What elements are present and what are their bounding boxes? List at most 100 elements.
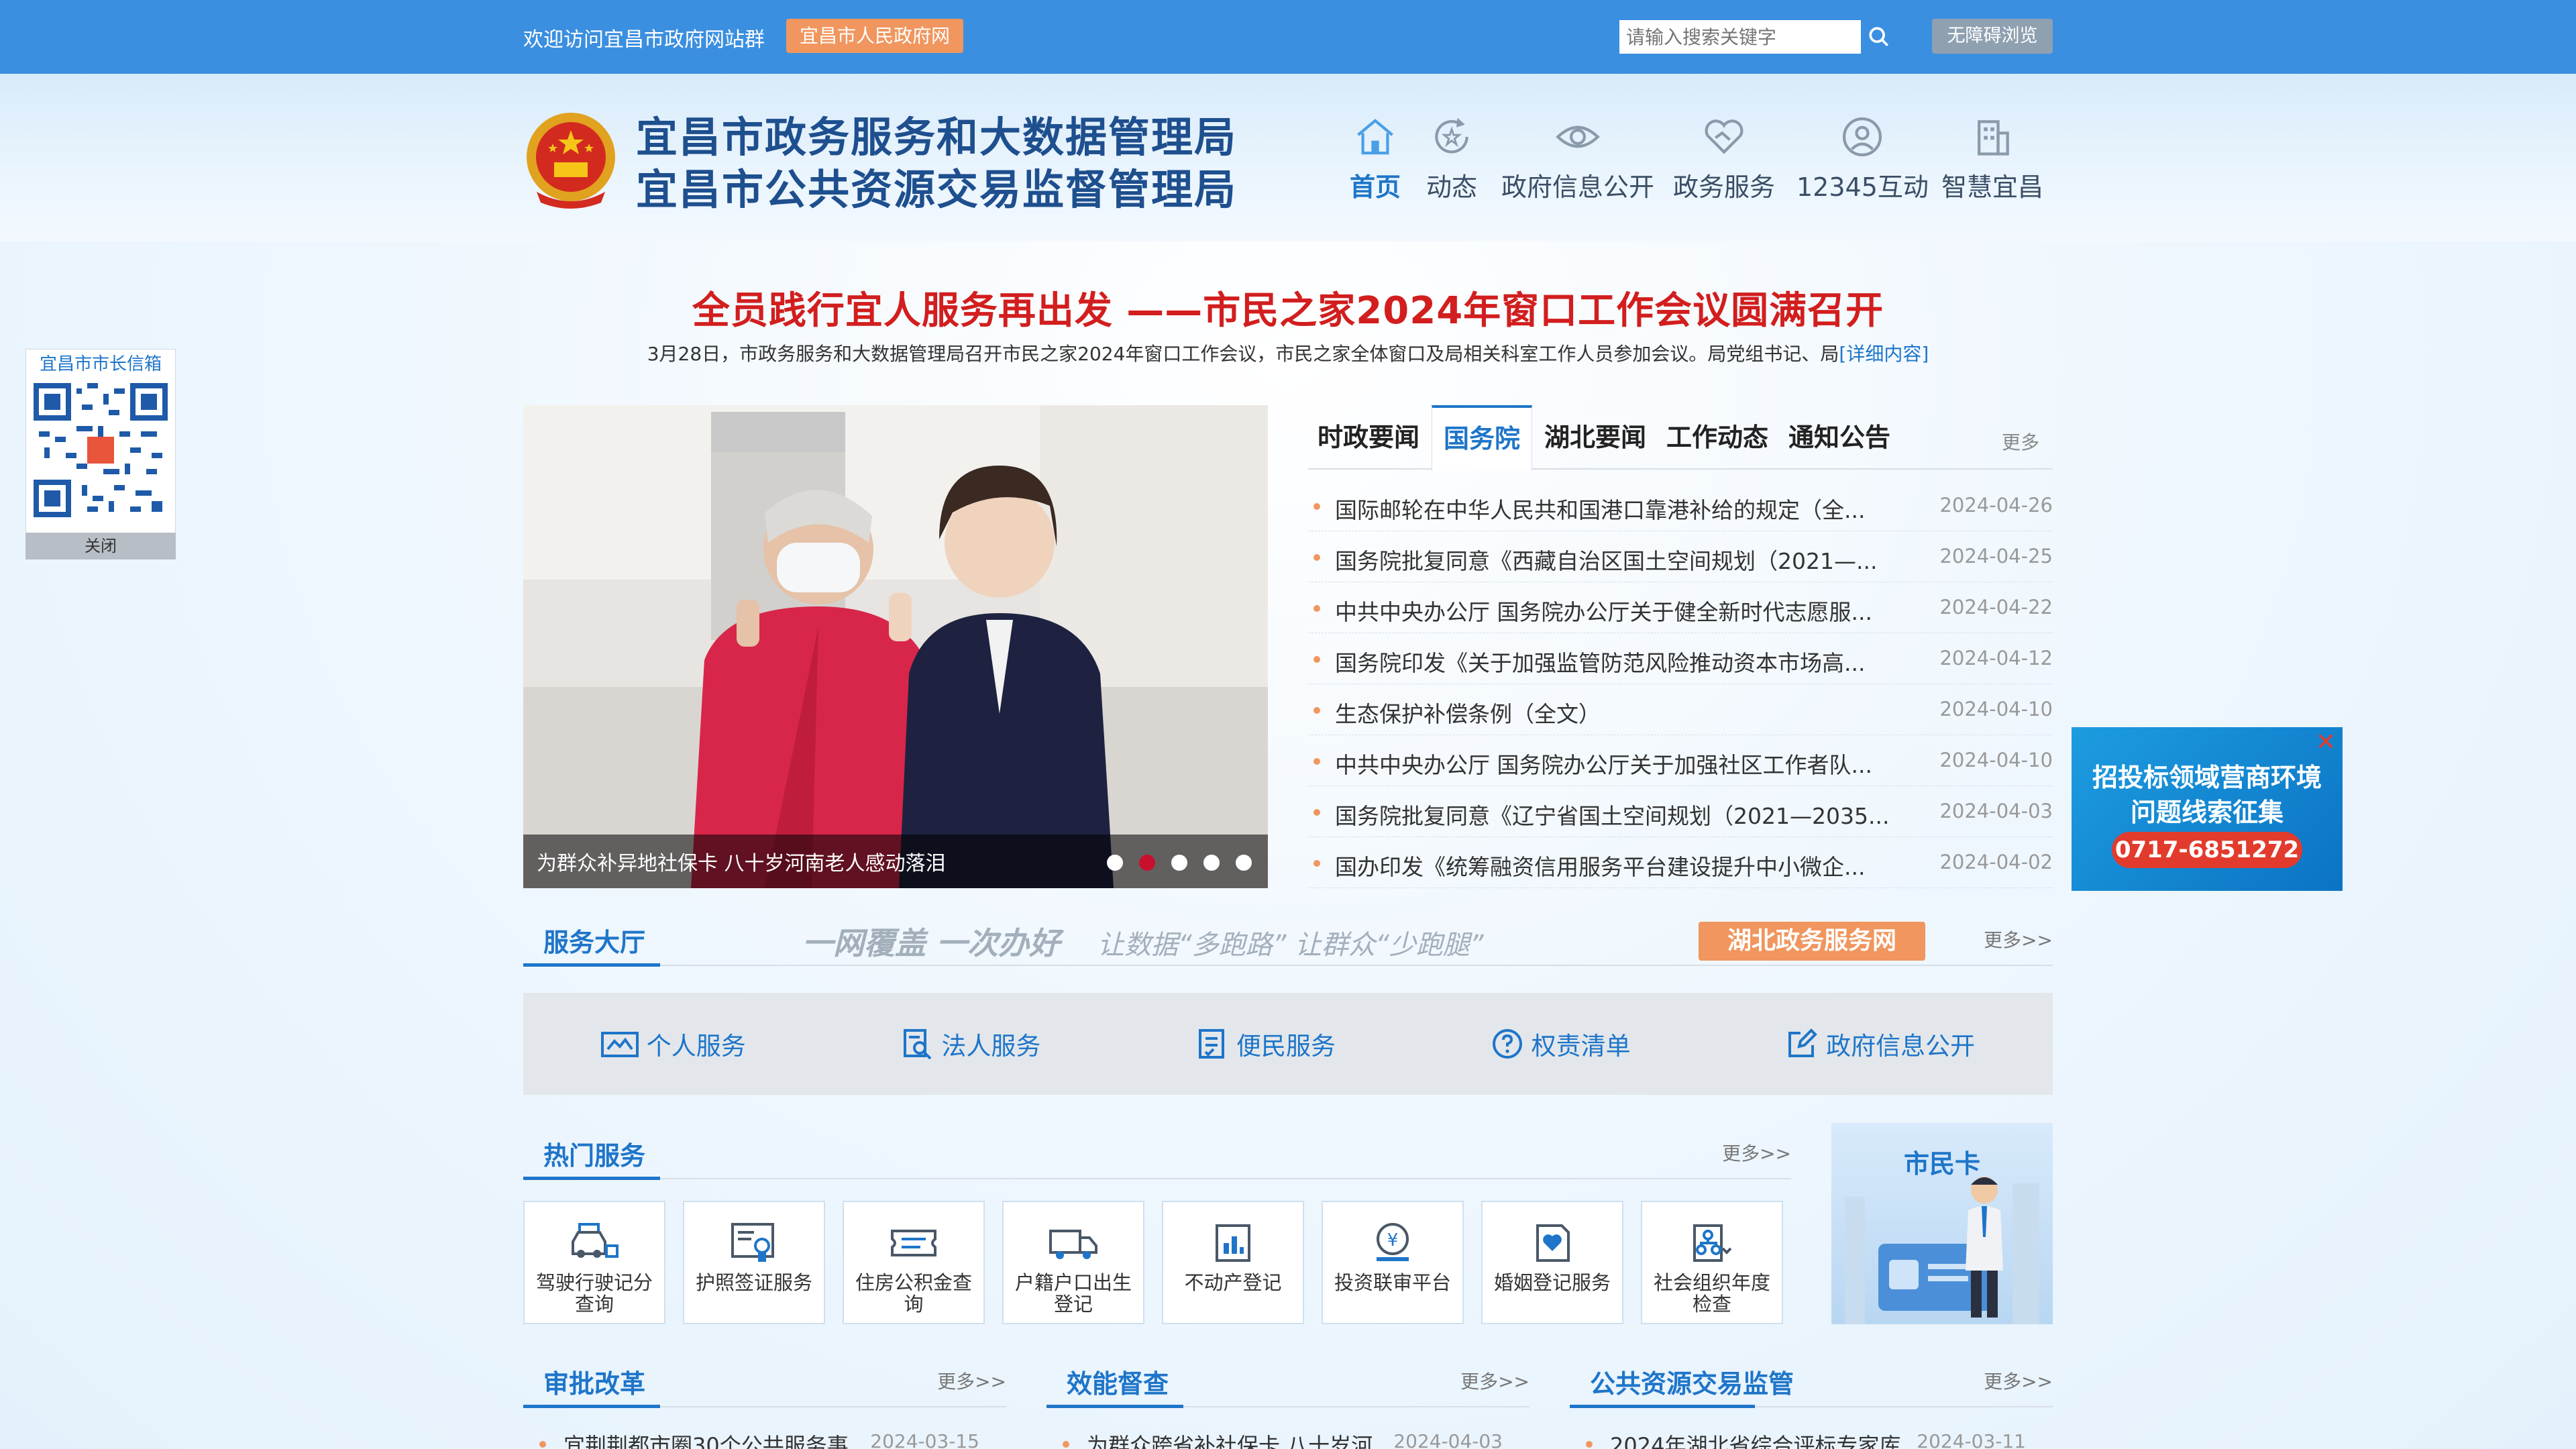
nav-info-label: 政府信息公开 [1501, 172, 1655, 202]
nav-home-label: 首页 [1350, 172, 1401, 202]
list-item[interactable]: 中共中央办公厅 国务院办公厅关于健全新时代志愿服... 2024-04-22 [1308, 582, 2053, 633]
news-tabs: 时政要闻 国务院 湖北要闻 工作动态 通知公告 更多 [1308, 405, 2053, 471]
list-item-date: 2024-03-11 [1917, 1430, 2026, 1449]
hubei-gov-service-button[interactable]: 湖北政务服务网 [1699, 922, 1925, 961]
national-emblem-icon [527, 113, 615, 209]
hot-service-real-estate[interactable]: 不动产登记 [1162, 1201, 1304, 1324]
list-item[interactable]: 国际邮轮在中华人民共和国港口靠港补给的规定（全... 2024-04-26 [1308, 480, 2053, 531]
list-item[interactable]: 国务院批复同意《辽宁省国土空间规划（2021—2035... 2024-04-03 [1308, 786, 2053, 837]
news-title[interactable]: 生态保护补偿条例（全文） [1335, 696, 1601, 729]
list-item-title[interactable]: 宜荆荆都市圈30个公共服务事 [564, 1429, 849, 1449]
news-title[interactable]: 国务院印发《关于加强监管防范风险推动资本市场高... [1335, 645, 1865, 678]
info-disclosure-button[interactable]: 政府信息公开 [1786, 1026, 1975, 1062]
mayor-mailbox-panel[interactable]: 宜昌市市长信箱 [25, 349, 176, 534]
slide-dot-active[interactable] [1139, 855, 1155, 871]
list-item-title[interactable]: 为群众跨省补社保卡 八十岁河 [1087, 1429, 1373, 1449]
nav-smart-label: 智慧宜昌 [1941, 172, 2044, 202]
tab-notice[interactable]: 通知公告 [1786, 405, 1893, 470]
hot-services-more[interactable]: 更多>> [1722, 1139, 1791, 1166]
headline-title[interactable]: 全员践行宜人服务再出发 ——市民之家2024年窗口工作会议圆满召开 [0, 280, 2576, 335]
welcome-text: 欢迎访问宜昌市政府网站群 [523, 28, 765, 52]
news-title[interactable]: 中共中央办公厅 国务院办公厅关于加强社区工作者队... [1335, 747, 1872, 780]
headline-summary: 3月28日，市政务服务和大数据管理局召开市民之家2024年窗口工作会议，市民之家… [0, 339, 2576, 366]
news-date: 2024-04-03 [1939, 800, 2053, 822]
hot-service-label: 户籍户口出生登记 [1014, 1271, 1132, 1316]
service-hall-more[interactable]: 更多>> [1984, 926, 2053, 953]
hot-services-title: 热门服务 [543, 1141, 646, 1171]
slide-dot[interactable] [1236, 855, 1252, 871]
hot-service-housing-fund[interactable]: 住房公积金查询 [843, 1201, 985, 1324]
hot-service-household[interactable]: 户籍户口出生登记 [1002, 1201, 1144, 1324]
tab-work[interactable]: 工作动态 [1664, 405, 1771, 470]
legal-service-button[interactable]: 法人服务 [901, 1026, 1040, 1062]
slide-dot[interactable] [1107, 855, 1123, 871]
news-title[interactable]: 国办印发《统筹融资信用服务平台建设提升中小微企... [1335, 849, 1865, 881]
detail-link[interactable]: [详细内容] [1839, 343, 1929, 365]
public-resources-more[interactable]: 更多>> [1984, 1367, 2053, 1394]
list-item[interactable]: 国办印发《统筹融资信用服务平台建设提升中小微企... 2024-04-02 [1308, 837, 2053, 888]
news-slideshow[interactable]: 为群众补异地社保卡 八十岁河南老人感动落泪 [523, 405, 1268, 888]
list-item[interactable]: 生态保护补偿条例（全文） 2024-04-10 [1308, 684, 2053, 735]
power-list-button[interactable]: 权责清单 [1491, 1026, 1631, 1062]
nav-smart-yichang[interactable]: 智慧宜昌 [1941, 113, 2043, 203]
tab-hubei[interactable]: 湖北要闻 [1542, 405, 1649, 470]
service-hall-title: 服务大厅 [543, 928, 646, 957]
ad-line1: 招投标领域营商环境 [2092, 763, 2322, 792]
news-date: 2024-04-22 [1939, 596, 2053, 619]
search-button[interactable] [1862, 20, 1896, 54]
gov-site-link[interactable]: 宜昌市人民政府网 [786, 19, 964, 53]
slide-dot[interactable] [1203, 855, 1220, 871]
slide-dot[interactable] [1171, 855, 1187, 871]
accessibility-button[interactable]: 无障碍浏览 [1932, 19, 2053, 54]
slogan-main: 一网覆盖 一次办好 [802, 925, 1061, 961]
info-disclosure-label: 政府信息公开 [1826, 1032, 1976, 1061]
bidding-feedback-ad[interactable]: 招投标领域营商环境 问题线索征集 0717-6851272 ✕ [2072, 727, 2343, 891]
nav-home[interactable]: 首页 [1350, 113, 1401, 203]
section-underline [1046, 1405, 1183, 1408]
tab-state-council[interactable]: 国务院 [1432, 405, 1532, 471]
news-title[interactable]: 中共中央办公厅 国务院办公厅关于健全新时代志愿服... [1335, 594, 1872, 627]
list-item[interactable]: 国务院批复同意《西藏自治区国土空间规划（2021—... 2024-04-25 [1308, 531, 2053, 582]
list-item[interactable]: 宜荆荆都市圈30个公共服务事 2024-03-15 [523, 1429, 1006, 1449]
section-underline [523, 963, 660, 967]
dept-name-line1: 宜昌市政务服务和大数据管理局 [636, 113, 1238, 162]
nav-gov-service[interactable]: 政务服务 [1673, 113, 1775, 203]
question-circle-icon [1492, 1029, 1522, 1059]
hot-service-driving[interactable]: 驾驶行驶记分查询 [523, 1201, 665, 1324]
bullet-icon [1063, 1441, 1069, 1448]
bullet-icon [539, 1441, 546, 1448]
search-input[interactable] [1619, 20, 1861, 54]
mayor-mailbox-close[interactable]: 关闭 [25, 533, 176, 559]
news-list: 国际邮轮在中华人民共和国港口靠港补给的规定（全... 2024-04-26 国务院… [1308, 480, 2053, 888]
list-item[interactable]: 中共中央办公厅 国务院办公厅关于加强社区工作者队... 2024-04-10 [1308, 735, 2053, 786]
hot-service-passport[interactable]: 护照签证服务 [683, 1201, 825, 1324]
list-item[interactable]: 2024年湖北省综合评标专家库 2024-03-11 [1570, 1429, 2053, 1449]
section-underline [1570, 1405, 1755, 1408]
news-title[interactable]: 国务院批复同意《辽宁省国土空间规划（2021—2035... [1335, 798, 1889, 830]
slide-caption[interactable]: 为群众补异地社保卡 八十岁河南老人感动落泪 [537, 847, 946, 876]
bullet-icon [1313, 809, 1320, 816]
convenience-service-button[interactable]: 便民服务 [1196, 1026, 1336, 1062]
efficiency-more[interactable]: 更多>> [1460, 1367, 1529, 1394]
nav-info-disclosure[interactable]: 政府信息公开 [1501, 113, 1654, 203]
personal-service-button[interactable]: 个人服务 [600, 1026, 746, 1062]
close-icon[interactable]: ✕ [2316, 729, 2336, 756]
approval-reform-more[interactable]: 更多>> [937, 1367, 1006, 1394]
news-more-link[interactable]: 更多 [2002, 428, 2039, 455]
hot-service-label: 婚姻登记服务 [1493, 1271, 1611, 1294]
hot-service-marriage[interactable]: 婚姻登记服务 [1481, 1201, 1623, 1324]
list-item[interactable]: 为群众跨省补社保卡 八十岁河 2024-04-03 [1046, 1429, 1529, 1449]
list-item[interactable]: 国务院印发《关于加强监管防范风险推动资本市场高... 2024-04-12 [1308, 633, 2053, 684]
citizen-card-banner[interactable]: 市民卡 [1831, 1123, 2053, 1324]
convenience-service-label: 便民服务 [1236, 1032, 1336, 1061]
news-title[interactable]: 国务院批复同意《西藏自治区国土空间规划（2021—... [1335, 543, 1877, 576]
list-item-title[interactable]: 2024年湖北省综合评标专家库 [1610, 1429, 1900, 1449]
nav-12345[interactable]: 12345互动 [1796, 113, 1929, 203]
tab-politics[interactable]: 时政要闻 [1315, 405, 1422, 470]
public-resources-title: 公共资源交易监管 [1590, 1369, 1794, 1399]
news-title[interactable]: 国际邮轮在中华人民共和国港口靠港补给的规定（全... [1335, 492, 1865, 525]
nav-12345-label: 12345互动 [1796, 172, 1929, 202]
hot-service-investment[interactable]: ¥ 投资联审平台 [1322, 1201, 1464, 1324]
hot-service-social-org[interactable]: 社会组织年度检查 [1641, 1201, 1783, 1324]
nav-news[interactable]: 动态 [1426, 113, 1477, 203]
